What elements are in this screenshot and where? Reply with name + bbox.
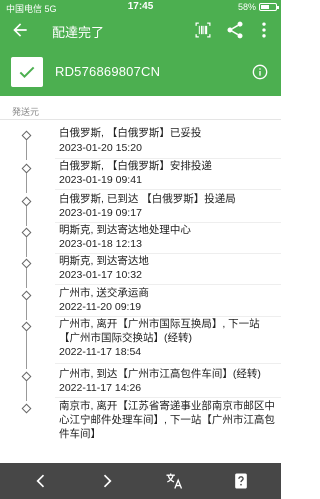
event-description: 明斯克, 到达寄达地处理中心 <box>59 224 191 236</box>
share-icon[interactable] <box>225 20 245 40</box>
event-description: 明斯克, 到达寄达地 <box>59 255 149 267</box>
chevron-left-icon[interactable] <box>31 471 51 491</box>
info-icon[interactable] <box>252 64 268 80</box>
event-description: 白俄罗斯, 已到达 【白俄罗斯】投递局 <box>59 193 236 205</box>
help-icon[interactable] <box>231 471 251 491</box>
event-time: 2023-01-18 12:13 <box>59 238 142 250</box>
timeline-marker-icon <box>21 290 32 301</box>
event-time: 2023-01-20 15:20 <box>59 142 142 154</box>
event-divider <box>55 363 281 364</box>
event-description: 广州市, 到达【广州市江高包件车间】(经转) <box>59 368 261 380</box>
event-description: 广州市, 送交承运商 <box>59 287 149 299</box>
status-right: 58% <box>237 2 279 12</box>
event-time: 2022-11-17 18:54 <box>59 346 142 358</box>
event-divider <box>55 189 281 190</box>
timeline-marker-icon <box>21 163 32 174</box>
timeline-connector <box>26 171 27 193</box>
tracking-timeline: 白俄罗斯, 【白俄罗斯】已妥投 2023-01-20 15:20 白俄罗斯, 【… <box>0 120 281 463</box>
timeline-marker-icon <box>21 227 32 238</box>
delivered-status <box>11 57 43 87</box>
chevron-right-icon[interactable] <box>97 471 117 491</box>
tracking-number: RD576869807CN <box>55 64 161 79</box>
arrow-left-icon[interactable] <box>10 20 30 40</box>
timeline-connector <box>26 298 27 320</box>
timeline-connector <box>26 138 27 160</box>
event-divider <box>55 284 281 285</box>
timeline-marker-icon <box>21 403 32 414</box>
translate-icon[interactable] <box>164 471 184 491</box>
battery-percent: 58% <box>237 2 256 12</box>
origin-section-label: 発送元 <box>12 107 40 117</box>
tracking-header: RD576869807CN <box>0 46 281 96</box>
event-time: 2023-01-19 09:17 <box>59 207 142 219</box>
event-description: 白俄罗斯, 【白俄罗斯】安排投递 <box>59 160 212 172</box>
status-bar: 中国电信 5G 17:45 58% <box>0 0 281 14</box>
timeline-connector <box>26 379 27 401</box>
timeline-connector <box>26 266 27 288</box>
timeline-connector <box>26 204 27 226</box>
event-time: 2023-01-17 10:32 <box>59 269 142 281</box>
timeline-marker-icon <box>21 371 32 382</box>
event-description: 南京市, 离开【江苏省寄递事业部南京市邮区中心江宁邮件处理车间】, 下一站【广州… <box>59 400 275 440</box>
event-divider <box>55 397 281 398</box>
timeline-connector <box>26 235 27 257</box>
timeline-marker-icon <box>21 258 32 269</box>
timeline-connector <box>26 329 27 369</box>
event-time: 2023-01-19 09:41 <box>59 174 142 186</box>
event-time: 2022-11-20 09:19 <box>59 301 142 313</box>
timeline-marker-icon <box>21 196 32 207</box>
page-title: 配達完了 <box>52 25 105 40</box>
more-vert-icon[interactable] <box>254 20 274 40</box>
bottom-toolbar <box>0 463 281 499</box>
barcode-icon[interactable] <box>193 20 213 40</box>
battery-icon <box>259 3 279 11</box>
timeline-marker-icon <box>21 130 32 141</box>
event-time: 2022-11-17 14:26 <box>59 382 142 394</box>
check-icon <box>19 66 35 78</box>
app-bar: 配達完了 <box>0 14 281 46</box>
event-description: 广州市, 离开【广州市国际互换局】, 下一站【广州市国际交换站】(经转) <box>59 318 260 344</box>
timeline-marker-icon <box>21 321 32 332</box>
event-description: 白俄罗斯, 【白俄罗斯】已妥投 <box>59 127 202 139</box>
